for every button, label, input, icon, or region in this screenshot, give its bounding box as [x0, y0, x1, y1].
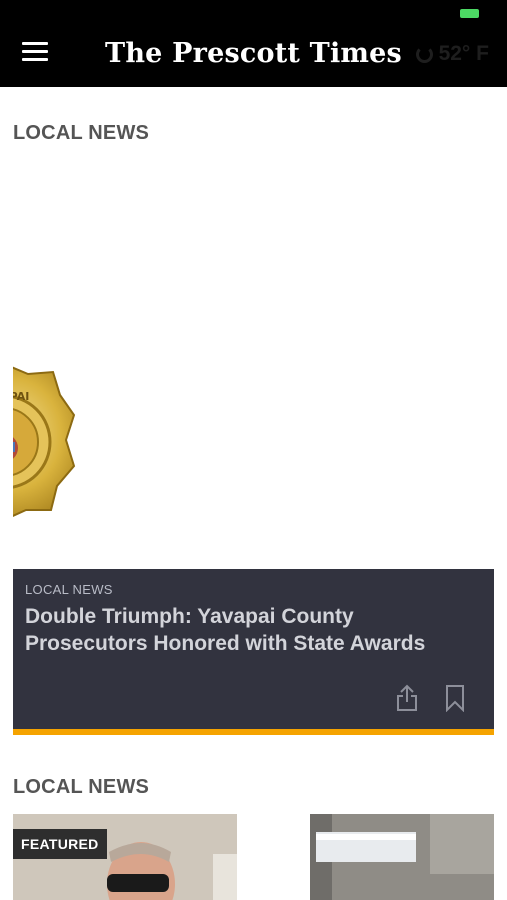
article-thumbnail-featured[interactable]: FEATURED: [13, 814, 237, 900]
weather-temperature: 52° F: [438, 42, 489, 65]
weather-widget[interactable]: 52° F: [415, 42, 489, 66]
accent-bar: [13, 729, 494, 735]
app-header: The Prescott Times 52° F: [0, 28, 507, 87]
hero-article-image[interactable]: YAVAPAI: [13, 150, 494, 570]
featured-label: FEATURED: [13, 829, 107, 859]
bookmark-icon[interactable]: [445, 684, 465, 712]
article-thumbnail[interactable]: [310, 814, 494, 900]
article-category[interactable]: LOCAL NEWS: [25, 582, 113, 597]
share-icon[interactable]: [396, 684, 418, 712]
section-title-local-news-2[interactable]: LOCAL NEWS: [13, 776, 149, 799]
article-headline[interactable]: Double Triumph: Yavapai County Prosecuto…: [25, 603, 480, 657]
sheriff-badge-image: YAVAPAI: [13, 366, 76, 518]
svg-text:YAVAPAI: YAVAPAI: [13, 390, 29, 403]
weather-icon: [415, 45, 433, 63]
status-bar: [0, 0, 507, 28]
interior-photo: [310, 814, 494, 900]
battery-icon: [460, 9, 479, 18]
section-title-local-news[interactable]: LOCAL NEWS: [13, 122, 149, 145]
hero-article-card[interactable]: LOCAL NEWS Double Triumph: Yavapai Count…: [13, 569, 494, 729]
